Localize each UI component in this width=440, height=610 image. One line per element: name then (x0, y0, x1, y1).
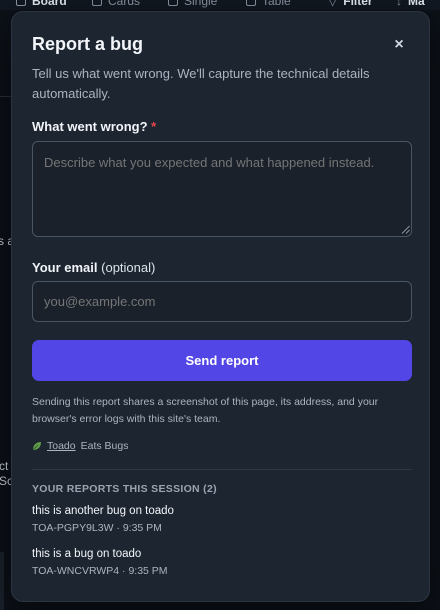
single-icon (168, 0, 178, 6)
bg-card-edge (0, 552, 4, 610)
cards-icon (92, 0, 102, 6)
required-marker: * (151, 119, 157, 134)
what-went-wrong-label: What went wrong? * (32, 119, 157, 134)
email-label: Your email (optional) (32, 260, 156, 275)
report-title: this is a bug on toado (32, 548, 142, 560)
resize-handle-icon[interactable] (401, 225, 410, 234)
report-title: this is another bug on toado (32, 505, 174, 517)
toolbar-board[interactable]: Board (16, 0, 67, 8)
privacy-notice: Sending this report shares a screenshot … (32, 396, 379, 425)
report-item: this is a bug on toado TOA-WNCVRWP4 · 9:… (32, 548, 168, 577)
toolbar-cards[interactable]: Cards (92, 0, 140, 8)
report-meta: TOA-WNCVRWP4 · 9:35 PM (32, 565, 168, 577)
dialog-title: Report a bug (32, 34, 143, 54)
bg-fragment-text: ct (0, 459, 9, 473)
board-icon (16, 0, 26, 6)
what-went-wrong-field[interactable] (32, 141, 412, 237)
background-toolbar: Board Cards Single Table ▽ Filter ↕ Ma (0, 0, 440, 10)
toado-link[interactable]: Toado (47, 440, 76, 452)
send-report-button[interactable]: Send report (32, 340, 412, 381)
toolbar-table[interactable]: Table (246, 0, 291, 8)
filter-icon: ▽ (328, 0, 338, 8)
report-item: this is another bug on toado TOA-PGPY9L3… (32, 505, 174, 534)
leaf-icon (32, 442, 41, 451)
optional-tag: (optional) (101, 260, 156, 275)
report-meta: TOA-PGPY9L3W · 9:35 PM (32, 522, 162, 534)
section-divider (32, 469, 412, 470)
table-icon (246, 0, 256, 6)
bg-divider (0, 96, 11, 97)
reports-heading: YOUR REPORTS THIS SESSION (2) (32, 483, 217, 495)
toolbar-more[interactable]: ↕ Ma (396, 0, 425, 8)
brand-suffix: Eats Bugs (80, 440, 129, 452)
dialog-description: Tell us what went wrong. We'll capture t… (32, 66, 370, 101)
toolbar-filter[interactable]: ▽ Filter (328, 0, 373, 8)
close-icon[interactable]: × (391, 36, 407, 54)
sort-icon: ↕ (396, 0, 402, 8)
toolbar-single[interactable]: Single (168, 0, 217, 8)
brand-footer: Toado Eats Bugs (32, 440, 128, 452)
report-bug-dialog: Report a bug × Tell us what went wrong. … (11, 11, 430, 602)
email-field[interactable] (32, 281, 412, 322)
